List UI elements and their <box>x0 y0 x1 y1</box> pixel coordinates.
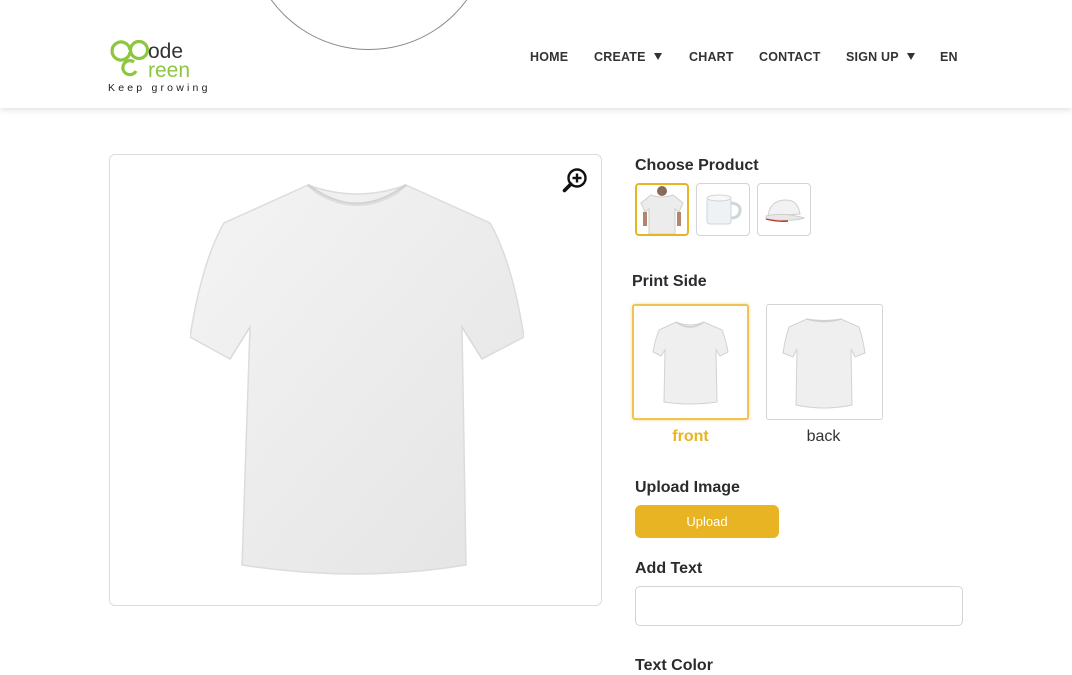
zoom-in-icon[interactable] <box>562 167 588 193</box>
nav-chart-label: CHART <box>689 50 734 64</box>
t-shirt-front-icon <box>652 321 729 405</box>
logo-tagline: Keep growing <box>108 82 211 94</box>
nav-language-label: EN <box>940 50 958 64</box>
print-side-back[interactable] <box>766 304 883 420</box>
choose-product-label: Choose Product <box>635 157 759 174</box>
nav-language[interactable]: EN <box>940 50 958 64</box>
mug-icon <box>706 194 742 225</box>
product-option-mug[interactable] <box>696 183 750 236</box>
code-green-logo-mark: ode reen <box>110 39 190 82</box>
nav-contact-label: CONTACT <box>759 50 821 64</box>
caret-down-icon <box>906 53 915 60</box>
add-text-input[interactable] <box>635 586 963 626</box>
t-shirt-back-icon <box>782 318 866 409</box>
cap-icon <box>765 199 806 222</box>
print-side-front[interactable] <box>632 304 749 420</box>
print-side-front-label[interactable]: front <box>632 428 749 446</box>
site-logo[interactable]: ode reen Keep growing <box>108 38 232 96</box>
site-header: ode reen Keep growing HOME CREATE CHART … <box>0 0 1072 108</box>
nav-sign-up[interactable]: SIGN UP <box>846 50 915 64</box>
t-shirt-image <box>190 183 524 575</box>
nav-chart[interactable]: CHART <box>689 50 734 64</box>
caret-down-icon <box>653 53 662 60</box>
nav-create[interactable]: CREATE <box>594 50 662 64</box>
t-shirt-thumbnail-icon <box>640 186 684 234</box>
upload-image-label: Upload Image <box>635 479 740 496</box>
add-text-label: Add Text <box>635 560 703 577</box>
nav-home-label: HOME <box>530 50 569 64</box>
upload-button[interactable]: Upload <box>635 505 779 538</box>
print-side-label: Print Side <box>632 273 707 290</box>
text-color-label: Text Color <box>635 657 713 674</box>
nav-home[interactable]: HOME <box>530 50 568 64</box>
decorative-circle <box>248 0 490 50</box>
print-side-back-label[interactable]: back <box>765 428 882 446</box>
svg-text:reen: reen <box>148 59 190 82</box>
product-preview <box>109 154 602 606</box>
nav-create-label: CREATE <box>594 50 646 64</box>
product-option-cap[interactable] <box>757 183 811 236</box>
product-option-t-shirt[interactable] <box>635 183 689 236</box>
nav-contact[interactable]: CONTACT <box>759 50 821 64</box>
nav-sign-up-label: SIGN UP <box>846 50 899 64</box>
